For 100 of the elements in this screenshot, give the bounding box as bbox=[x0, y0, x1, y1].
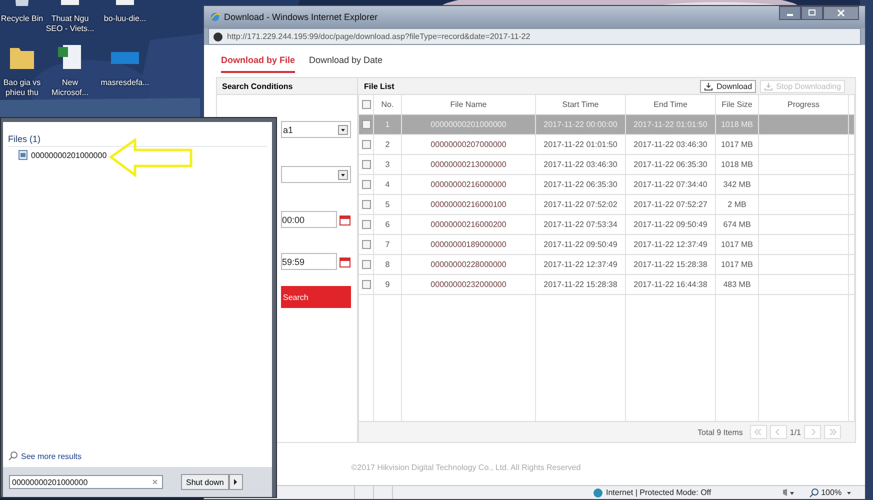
tab[interactable]: Download by Date bbox=[309, 54, 383, 73]
total-count: Total 9 Items bbox=[698, 428, 743, 436]
table-cell: 00000000216000200 bbox=[402, 215, 536, 234]
table-cell: 2017-11-22 15:28:38 bbox=[536, 275, 626, 294]
prev-page-button[interactable] bbox=[770, 425, 787, 439]
shut-down-button[interactable]: Shut down bbox=[181, 474, 229, 490]
last-page-button[interactable] bbox=[824, 425, 841, 439]
window-title: Download - Windows Internet Explorer bbox=[224, 12, 378, 22]
table-cell: 00000000216000000 bbox=[402, 175, 536, 194]
table-cell: 2017-11-22 01:01:50 bbox=[536, 135, 626, 154]
table-row[interactable]: 4 00000000216000000 2017-11-22 06:35:30 2017-11-22 07:34:40 342 MB bbox=[359, 175, 855, 195]
dropdown-field[interactable] bbox=[281, 166, 351, 183]
checkbox[interactable] bbox=[362, 260, 370, 269]
table-cell: 8 bbox=[374, 255, 402, 274]
table-cell: 2017-11-22 06:35:30 bbox=[626, 155, 716, 174]
globe-icon bbox=[213, 32, 223, 42]
download-icon bbox=[764, 82, 774, 90]
maximize-button[interactable] bbox=[801, 6, 823, 20]
desktop-icon-label[interactable]: Recycle Bin bbox=[0, 14, 44, 24]
desktop-icon-label[interactable]: Thuat Ngu SEO - Viets... bbox=[46, 14, 94, 34]
table-row[interactable]: 2 00000000207000000 2017-11-22 01:01:50 2017-11-22 03:46:30 1017 MB bbox=[359, 135, 855, 155]
search-field[interactable]: 00000000201000000 bbox=[9, 475, 163, 489]
table-cell: 2017-11-22 06:35:30 bbox=[536, 175, 626, 194]
date-time-field[interactable]: 00:00 bbox=[281, 211, 337, 228]
table-row[interactable]: 6 00000000216000200 2017-11-22 07:53:34 2017-11-22 09:50:49 674 MB bbox=[359, 215, 855, 235]
shut-down-options-button[interactable] bbox=[228, 474, 243, 490]
checkbox[interactable] bbox=[362, 180, 370, 189]
table-cell: 483 MB bbox=[716, 275, 759, 294]
table-cell: 3 bbox=[374, 155, 402, 174]
table-cell: 00000000201000000 bbox=[402, 115, 536, 134]
table-row[interactable]: 5 00000000216000100 2017-11-22 07:52:02 2017-11-22 07:52:27 2 MB bbox=[359, 195, 855, 215]
first-page-button[interactable] bbox=[750, 425, 767, 439]
double-chevron-left-icon bbox=[754, 429, 762, 435]
toolbar-button[interactable]: Download bbox=[700, 80, 756, 92]
minimize-button[interactable] bbox=[779, 6, 801, 20]
table-cell: 6 bbox=[374, 215, 402, 234]
table-cell: 00000000216000100 bbox=[402, 195, 536, 214]
desktop-icon-label[interactable]: Bao gia vs phieu thu bbox=[3, 78, 41, 98]
date-time-field[interactable]: 59:59 bbox=[281, 253, 337, 270]
table-cell: 1018 MB bbox=[716, 115, 759, 134]
next-page-button[interactable] bbox=[804, 425, 821, 439]
search-button[interactable]: Search bbox=[281, 286, 351, 308]
chevron-right-icon bbox=[808, 429, 816, 435]
table-cell: 2017-11-22 07:52:27 bbox=[626, 195, 716, 214]
calendar-icon[interactable] bbox=[339, 256, 351, 268]
checkbox[interactable] bbox=[362, 140, 370, 149]
table-cell: 2 bbox=[374, 135, 402, 154]
table-cell: 1017 MB bbox=[716, 135, 759, 154]
tab[interactable]: Download by File bbox=[221, 54, 296, 73]
search-result[interactable]: 00000000201000000 bbox=[18, 150, 107, 160]
table-cell: 1018 MB bbox=[716, 155, 759, 174]
table-cell: 2017-11-22 00:00:00 bbox=[536, 115, 626, 134]
table-row[interactable]: 7 00000000189000000 2017-11-22 09:50:49 2017-11-22 12:37:49 1017 MB bbox=[359, 235, 855, 255]
table-row[interactable]: 9 00000000232000000 2017-11-22 15:28:38 2017-11-22 16:44:38 483 MB bbox=[359, 275, 855, 295]
search-icon bbox=[8, 451, 18, 461]
address-bar[interactable]: http://171.229.244.195:99/doc/page/download.asp?fileType=record&date=2017-11-22 bbox=[208, 28, 861, 45]
table-cell: 9 bbox=[374, 275, 402, 294]
section-heading: Files (1) bbox=[8, 134, 267, 147]
table-cell: 2017-11-22 07:52:02 bbox=[536, 195, 626, 214]
checkbox[interactable] bbox=[362, 240, 370, 249]
checkbox[interactable] bbox=[362, 100, 370, 109]
column-header: End Time bbox=[626, 95, 716, 114]
table-cell: 2 MB bbox=[716, 195, 759, 214]
checkbox[interactable] bbox=[362, 160, 370, 169]
download-icon bbox=[704, 82, 714, 90]
desktop-icon-label[interactable]: masresdefa... bbox=[100, 78, 150, 88]
see-more-results-link[interactable]: See more results bbox=[21, 452, 82, 460]
table-cell: 2017-11-22 09:50:49 bbox=[536, 235, 626, 254]
table-cell: 2017-11-22 03:46:30 bbox=[626, 135, 716, 154]
column-header: No. bbox=[374, 95, 402, 114]
column-header: File Size bbox=[716, 95, 759, 114]
table-cell: 1017 MB bbox=[716, 255, 759, 274]
checkbox[interactable] bbox=[362, 120, 370, 129]
table-cell: 00000000213000000 bbox=[402, 155, 536, 174]
table-cell: 2017-11-22 12:37:49 bbox=[626, 235, 716, 254]
table-cell: 2017-11-22 07:53:34 bbox=[536, 215, 626, 234]
zoom-icon[interactable] bbox=[809, 488, 820, 498]
table-cell: 00000000207000000 bbox=[402, 135, 536, 154]
table-row[interactable]: 8 00000000228000000 2017-11-22 12:37:49 2017-11-22 15:28:38 1017 MB bbox=[359, 255, 855, 275]
zoom-level[interactable]: 100% bbox=[821, 488, 842, 497]
browser-logo-icon bbox=[210, 12, 220, 22]
table-cell: 00000000232000000 bbox=[402, 275, 536, 294]
page-indicator: 1/1 bbox=[790, 428, 801, 436]
close-button[interactable] bbox=[823, 6, 859, 20]
file-icon bbox=[18, 150, 28, 160]
table-cell: 5 bbox=[374, 195, 402, 214]
checkbox[interactable] bbox=[362, 220, 370, 229]
double-chevron-right-icon bbox=[828, 429, 836, 435]
checkbox[interactable] bbox=[362, 280, 370, 289]
table-cell: 2017-11-22 01:01:50 bbox=[626, 115, 716, 134]
copyright-text: ©2017 Hikvision Digital Technology Co., Ltd. All Rights Reserved bbox=[350, 463, 582, 472]
calendar-icon[interactable] bbox=[339, 214, 351, 226]
clear-icon[interactable] bbox=[150, 477, 160, 487]
desktop-icon-label[interactable]: New Microsof... bbox=[52, 78, 88, 98]
checkbox[interactable] bbox=[362, 200, 370, 209]
table-cell: 2017-11-22 07:34:40 bbox=[626, 175, 716, 194]
desktop-icon-label[interactable]: bo-luu-die... bbox=[104, 14, 146, 24]
table-row[interactable]: 3 00000000213000000 2017-11-22 03:46:30 2017-11-22 06:35:30 1018 MB bbox=[359, 155, 855, 175]
dropdown-field[interactable]: a1 bbox=[281, 121, 351, 138]
panel-header: Search Conditions bbox=[217, 78, 357, 95]
